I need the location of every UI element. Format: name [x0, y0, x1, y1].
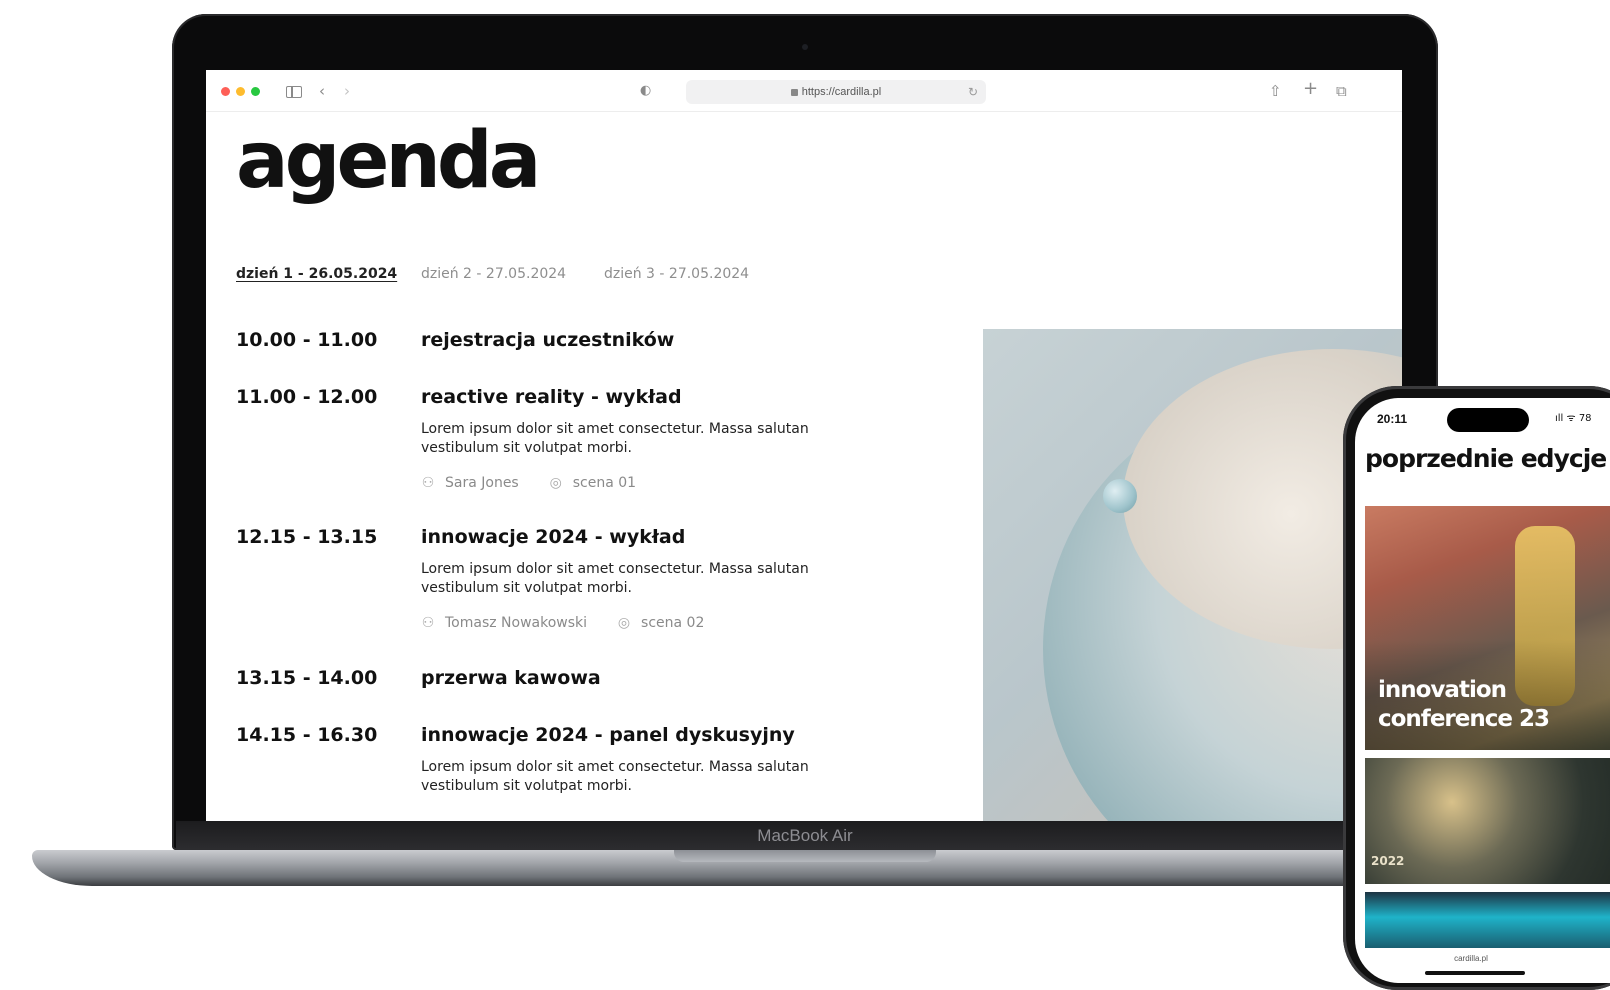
slot-time: 10.00 - 11.00 [236, 329, 378, 351]
slot-time: 11.00 - 12.00 [236, 386, 378, 408]
edition-card[interactable]: innovation conference 23 [1365, 506, 1610, 750]
laptop-screen: ‹ › ◐ https://cardilla.pl ↻ ⇧ + ⧉ agenda… [206, 70, 1402, 821]
slot-title: rejestracja uczestników [421, 329, 675, 351]
edition-card[interactable] [1365, 892, 1610, 948]
forward-button[interactable]: › [344, 81, 350, 101]
screen-bezel: MacBook Air [176, 821, 1434, 851]
reload-icon[interactable]: ↻ [968, 80, 978, 104]
stage-name: scena 02 [641, 615, 705, 631]
stage-name: scena 01 [572, 475, 637, 491]
tab-overview-button[interactable]: ⧉ [1336, 81, 1347, 101]
speaker-name: Sara Jones [445, 475, 519, 491]
sidebar-toggle-icon[interactable] [286, 86, 302, 98]
lock-icon [790, 89, 798, 96]
page-title: agenda [236, 116, 541, 206]
person-icon: ⚇ [421, 615, 435, 631]
url-text: https://cardilla.pl [801, 86, 882, 98]
slot-description: Lorem ipsum dolor sit amet consectetur. … [421, 561, 809, 596]
phone-status-icons: ıll ᯤ 78 [1555, 413, 1592, 424]
tab-day-1[interactable]: dzień 1 - 26.05.2024 [236, 266, 397, 282]
tab-day-3[interactable]: dzień 3 - 27.05.2024 [604, 266, 749, 282]
edition-card[interactable]: 2022 [1365, 758, 1610, 884]
slot-meta: ⚇ Tomasz Nowakowski ◎ scena 02 [421, 615, 705, 631]
slot-description: Lorem ipsum dolor sit amet consectetur. … [421, 421, 809, 456]
location-pin-icon: ◎ [617, 615, 631, 631]
slot-title: przerwa kawowa [421, 667, 601, 689]
tab-day-2[interactable]: dzień 2 - 27.05.2024 [421, 266, 566, 282]
slot-meta: ⚇ Sara Jones ◎ scena 01 [421, 475, 636, 491]
address-bar[interactable]: https://cardilla.pl ↻ [686, 80, 986, 104]
dynamic-island [1447, 408, 1529, 432]
location-pin-icon: ◎ [549, 475, 562, 491]
phone-heading: poprzednie edycje [1365, 444, 1607, 473]
speaker-name: Tomasz Nowakowski [445, 615, 588, 631]
slot-title: reactive reality - wykład [421, 386, 682, 408]
slot-time: 13.15 - 14.00 [236, 667, 378, 689]
phone-screen: 20:11 ıll ᯤ 78 poprzednie edycje innovat… [1355, 398, 1610, 983]
slot-title: innowacje 2024 - panel dyskusyjny [421, 724, 795, 746]
back-button[interactable]: ‹ [319, 81, 325, 101]
laptop-opening-notch [674, 850, 936, 862]
person-icon: ⚇ [421, 475, 435, 491]
phone-url[interactable]: cardilla.pl [1355, 954, 1587, 963]
share-button[interactable]: ⇧ [1269, 81, 1282, 101]
edition-card-title: innovation conference 23 [1378, 677, 1550, 732]
hero-image [983, 329, 1402, 821]
camera [802, 44, 808, 50]
phone-clock: 20:11 [1377, 412, 1408, 426]
new-tab-button[interactable]: + [1303, 79, 1318, 99]
home-indicator[interactable] [1425, 971, 1525, 975]
brand-label: MacBook Air [757, 826, 853, 845]
minimize-window-button[interactable] [236, 87, 245, 96]
close-window-button[interactable] [221, 87, 230, 96]
edition-card-year: 2022 [1371, 854, 1405, 868]
zoom-window-button[interactable] [251, 87, 260, 96]
slot-description: Lorem ipsum dolor sit amet consectetur. … [421, 759, 809, 794]
slot-time: 12.15 - 13.15 [236, 526, 378, 548]
browser-toolbar: ‹ › ◐ https://cardilla.pl ↻ ⇧ + ⧉ [206, 70, 1402, 112]
slot-time: 14.15 - 16.30 [236, 724, 378, 746]
privacy-shield-icon[interactable]: ◐ [640, 81, 651, 101]
slot-title: innowacje 2024 - wykład [421, 526, 686, 548]
